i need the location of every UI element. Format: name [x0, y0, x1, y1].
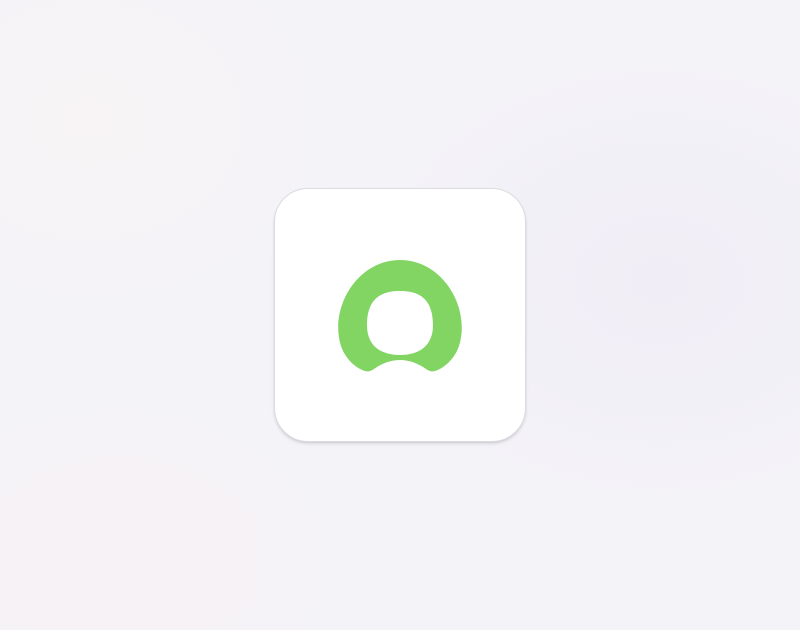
desktop-background: [0, 0, 800, 630]
user-profile-icon: [338, 260, 462, 372]
app-icon-tile[interactable]: [274, 188, 526, 442]
